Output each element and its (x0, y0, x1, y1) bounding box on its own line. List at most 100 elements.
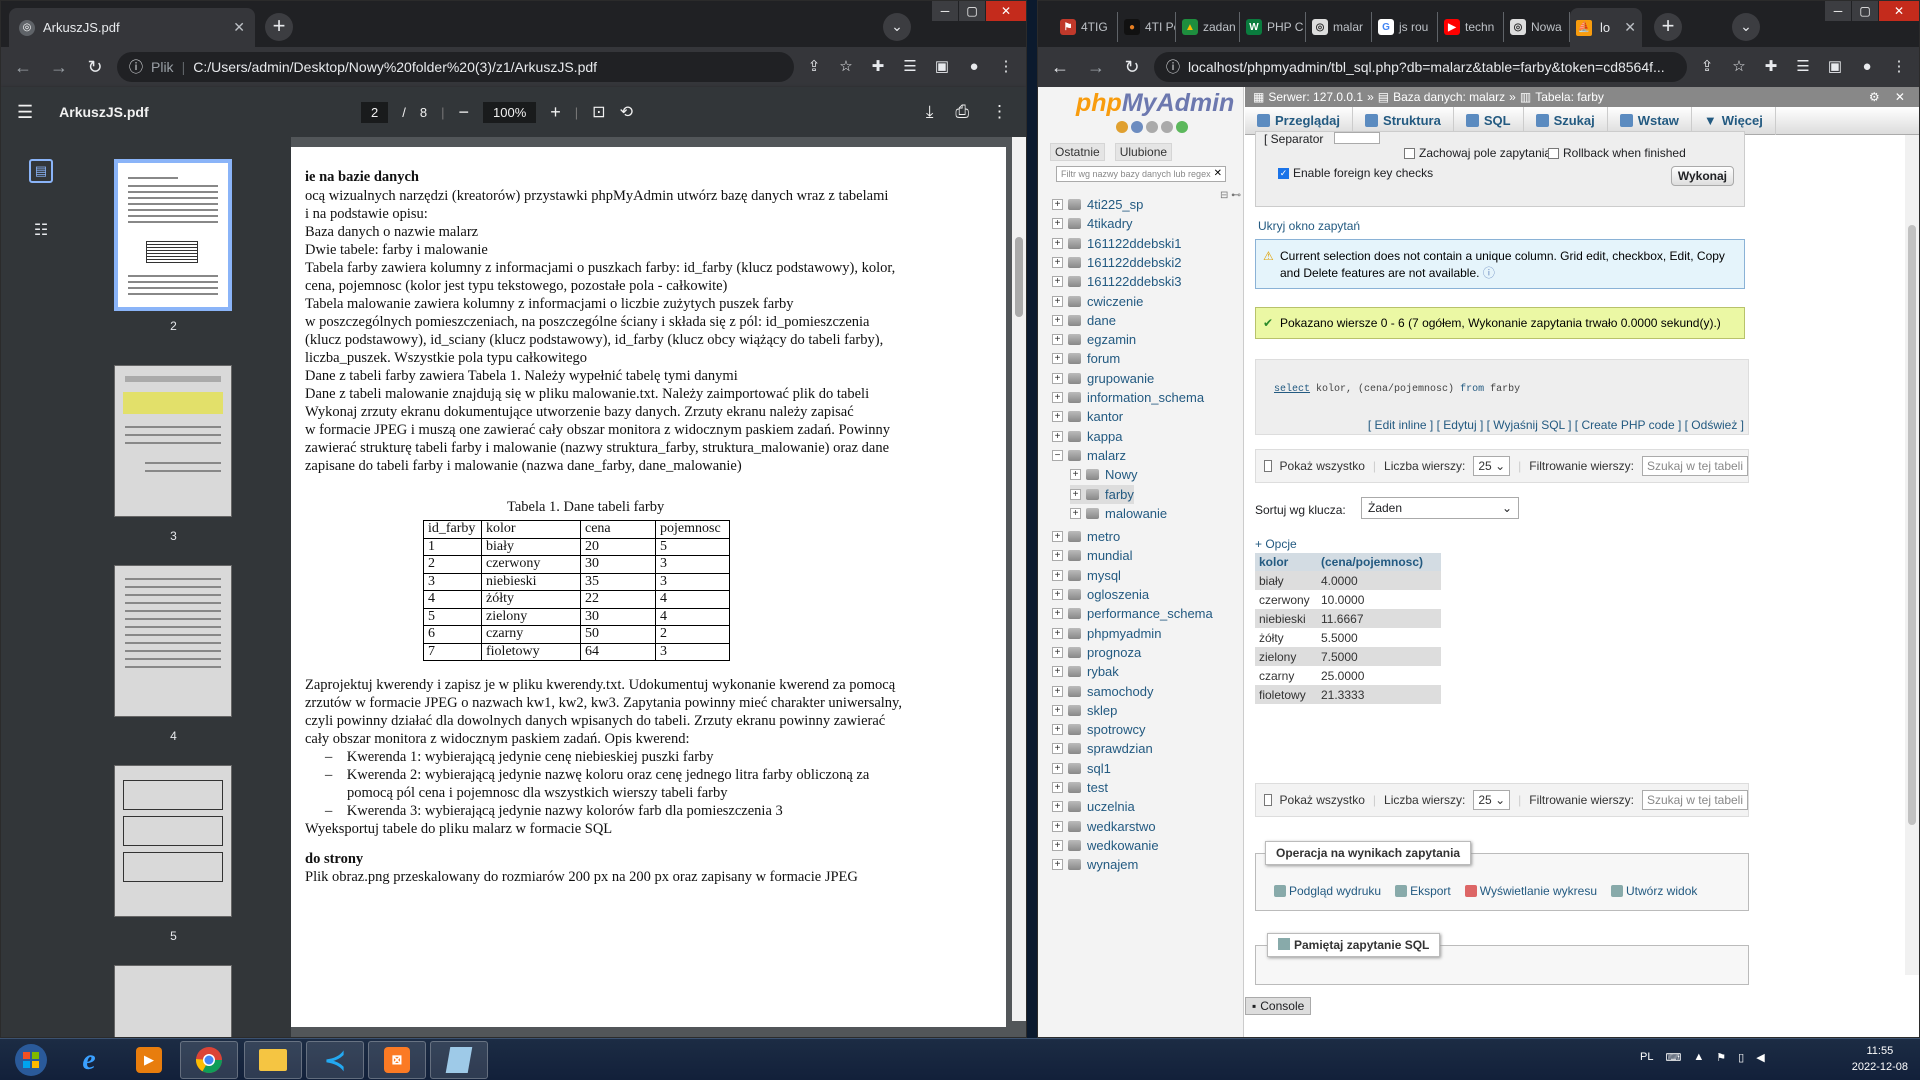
network-icon[interactable]: ▯ (1738, 1051, 1744, 1064)
database-item[interactable]: + kantor (1052, 407, 1123, 426)
reload-icon[interactable]: ↻ (1118, 53, 1146, 81)
expand-icon[interactable]: + (1052, 411, 1063, 423)
database-item[interactable]: + sql1 (1052, 759, 1111, 778)
profile-avatar[interactable]: ● (962, 55, 986, 79)
tab-search-button[interactable]: ⌄ (1732, 13, 1760, 41)
tab-php[interactable]: W PHP C (1240, 12, 1306, 42)
expand-icon[interactable]: + (1052, 839, 1063, 851)
tab-zadan[interactable]: ▲ zadan (1176, 12, 1240, 42)
pma-scrollbar[interactable] (1905, 135, 1919, 975)
thumbnail-page[interactable] (114, 365, 232, 517)
database-item[interactable]: + malowanie (1070, 504, 1167, 523)
database-item[interactable]: + wynajem (1052, 855, 1138, 874)
thumbnail-page[interactable] (114, 965, 232, 1037)
back-icon[interactable]: ← (9, 53, 37, 81)
options-toggle[interactable]: + Opcje (1255, 537, 1297, 551)
vscode-icon[interactable]: ≺ (306, 1041, 364, 1079)
show-all-checkbox[interactable] (1264, 460, 1272, 472)
expand-icon[interactable]: + (1052, 646, 1063, 658)
help-icon[interactable]: ⓘ (1483, 266, 1495, 280)
phpmyadmin-logo[interactable]: phpMyAdmin (1076, 89, 1234, 118)
database-filter-input[interactable]: Filtr wg nazwy bazy danych lub regex ✕ (1056, 166, 1226, 182)
window-tools-icons[interactable]: ⚙ ✕ (1869, 90, 1919, 104)
expand-icon[interactable]: + (1070, 488, 1081, 500)
display-chart-link[interactable]: Wyświetlanie wykresu (1464, 884, 1597, 898)
profile-avatar[interactable]: ● (1855, 55, 1879, 79)
database-item[interactable]: + performance_schema (1052, 604, 1213, 623)
new-tab-button[interactable]: + (1654, 13, 1682, 41)
result-row[interactable]: niebieski 11.6667 (1255, 609, 1441, 628)
expand-icon[interactable]: + (1052, 314, 1063, 326)
reload-nav-icon[interactable] (1176, 121, 1188, 133)
pdf-scrollbar[interactable] (1012, 137, 1026, 1021)
expand-icon[interactable]: + (1052, 237, 1063, 249)
expand-icon[interactable]: + (1052, 801, 1063, 813)
database-item[interactable]: + forum (1052, 349, 1120, 368)
database-item[interactable]: + samochody (1052, 682, 1153, 701)
breadcrumb-database[interactable]: Baza danych: malarz (1393, 90, 1505, 104)
database-item[interactable]: +4ti225_sp (1052, 195, 1143, 214)
database-item[interactable]: + wedkarstwo (1052, 817, 1156, 836)
expand-icon[interactable]: + (1052, 762, 1063, 774)
database-item[interactable]: + mysql (1052, 566, 1121, 585)
create-view-link[interactable]: Utwórz widok (1611, 884, 1697, 898)
bookmark-star-icon[interactable]: ☆ (834, 55, 858, 79)
separator-input[interactable] (1334, 132, 1380, 144)
settings-icon[interactable] (1161, 121, 1173, 133)
database-item[interactable]: + Nowy (1070, 465, 1138, 484)
expand-icon[interactable]: + (1052, 859, 1063, 871)
expand-icon[interactable]: + (1052, 627, 1063, 639)
database-item[interactable]: +161122ddebski2 (1052, 253, 1181, 272)
collapse-icon[interactable]: − (1052, 449, 1063, 461)
collapse-all-icon[interactable]: ⊟ ⊷ (1220, 190, 1241, 201)
database-item[interactable]: + dane (1052, 311, 1116, 330)
hide-query-link[interactable]: Ukryj okno zapytań (1258, 219, 1360, 233)
show-all-checkbox[interactable] (1264, 794, 1272, 806)
print-view-link[interactable]: Podgląd wydruku (1274, 884, 1381, 898)
scrollbar-thumb[interactable] (1015, 237, 1023, 317)
menu-icon[interactable]: ⋮ (1887, 55, 1911, 79)
expand-icon[interactable]: + (1052, 531, 1063, 543)
expand-icon[interactable]: + (1052, 608, 1063, 620)
database-item[interactable]: + rybak (1052, 662, 1119, 681)
forward-icon[interactable]: → (45, 53, 73, 81)
edit-inline-link[interactable]: [ Edit inline ] (1368, 418, 1433, 432)
database-item[interactable]: + prognoza (1052, 643, 1141, 662)
bookmark-star-icon[interactable]: ☆ (1727, 55, 1751, 79)
export-link[interactable]: Eksport (1395, 884, 1451, 898)
result-row[interactable]: czarny 25.0000 (1255, 666, 1441, 685)
expand-icon[interactable]: + (1052, 372, 1063, 384)
expand-icon[interactable]: + (1052, 589, 1063, 600)
tab-4ti-pc[interactable]: ●4TI Pc (1118, 12, 1176, 42)
zoom-input[interactable]: 100% (483, 101, 537, 123)
database-item[interactable]: +161122ddebski1 (1052, 234, 1181, 253)
database-item[interactable]: + sprawdzian (1052, 739, 1153, 758)
tray-expand-icon[interactable]: ▲ (1693, 1051, 1704, 1064)
tab-4tig[interactable]: ⚑ 4TIG (1054, 12, 1118, 42)
database-item[interactable]: + sklep (1052, 701, 1117, 720)
tab-malar[interactable]: ◎ malar (1306, 12, 1372, 42)
expand-icon[interactable]: + (1052, 820, 1063, 832)
extensions-icon[interactable]: ✚ (1759, 55, 1783, 79)
result-row[interactable]: fioletowy 21.3333 (1255, 685, 1441, 704)
expand-icon[interactable]: + (1052, 743, 1063, 755)
database-item[interactable]: + farby (1070, 484, 1134, 504)
maximize-icon[interactable]: ▢ (1852, 1, 1878, 21)
rows-select[interactable]: 25 ⌄ (1473, 790, 1511, 810)
database-item[interactable]: + ogloszenia (1052, 585, 1149, 604)
result-row[interactable]: zielony 7.5000 (1255, 647, 1441, 666)
language-indicator[interactable]: PL (1640, 1051, 1653, 1064)
database-item[interactable]: − malarz (1052, 446, 1126, 465)
address-bar[interactable]: ⓘ localhost/phpmyadmin/tbl_sql.php?db=ma… (1154, 52, 1687, 82)
expand-icon[interactable]: + (1052, 685, 1063, 697)
zoom-out-icon[interactable]: − (458, 102, 469, 123)
minimize-icon[interactable]: ─ (1825, 1, 1851, 21)
download-icon[interactable]: ⤓ (926, 102, 934, 122)
breadcrumb-server[interactable]: Serwer: 127.0.0.1 (1268, 90, 1363, 104)
fit-page-icon[interactable]: ⊡ (592, 102, 605, 122)
share-icon[interactable]: ⇪ (802, 55, 826, 79)
database-item[interactable]: + wedkowanie (1052, 836, 1159, 855)
expand-icon[interactable]: + (1070, 469, 1081, 481)
expand-icon[interactable]: + (1052, 550, 1063, 562)
thumbnail-page[interactable] (114, 765, 232, 917)
